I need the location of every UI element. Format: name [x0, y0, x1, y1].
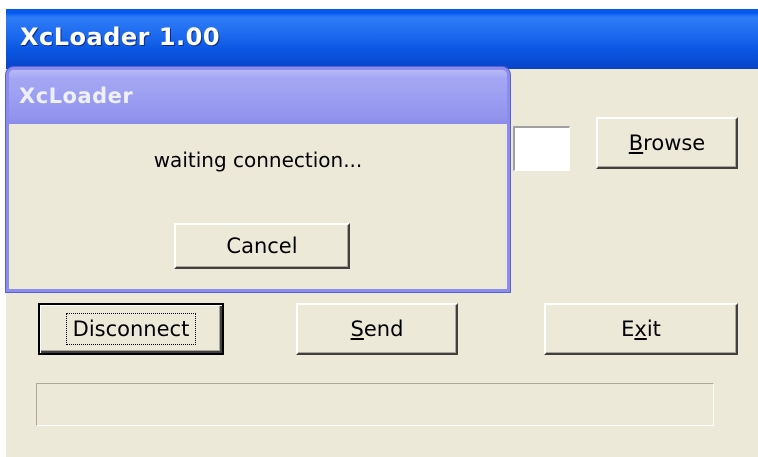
exit-button[interactable]: Exit: [544, 303, 738, 355]
disconnect-label: Disconnect: [65, 313, 197, 345]
dialog-message: waiting connection...: [153, 148, 363, 172]
browse-button[interactable]: Browse: [596, 117, 738, 169]
window-title: XcLoader 1.00: [20, 23, 221, 51]
disconnect-button[interactable]: Disconnect: [38, 303, 224, 355]
cancel-button[interactable]: Cancel: [174, 223, 350, 269]
send-label: Send: [350, 317, 404, 341]
dialog-title-bar[interactable]: XcLoader: [9, 70, 507, 124]
file-path-input[interactable]: [513, 126, 570, 171]
browse-label: Browse: [628, 131, 706, 155]
exit-label: Exit: [621, 317, 661, 341]
progress-bar: [36, 383, 714, 426]
title-bar[interactable]: XcLoader 1.00: [6, 9, 758, 69]
connection-dialog: XcLoader waiting connection... Cancel: [6, 67, 510, 292]
send-button[interactable]: Send: [296, 303, 458, 355]
cancel-label: Cancel: [226, 234, 298, 258]
dialog-title: XcLoader: [19, 84, 134, 108]
